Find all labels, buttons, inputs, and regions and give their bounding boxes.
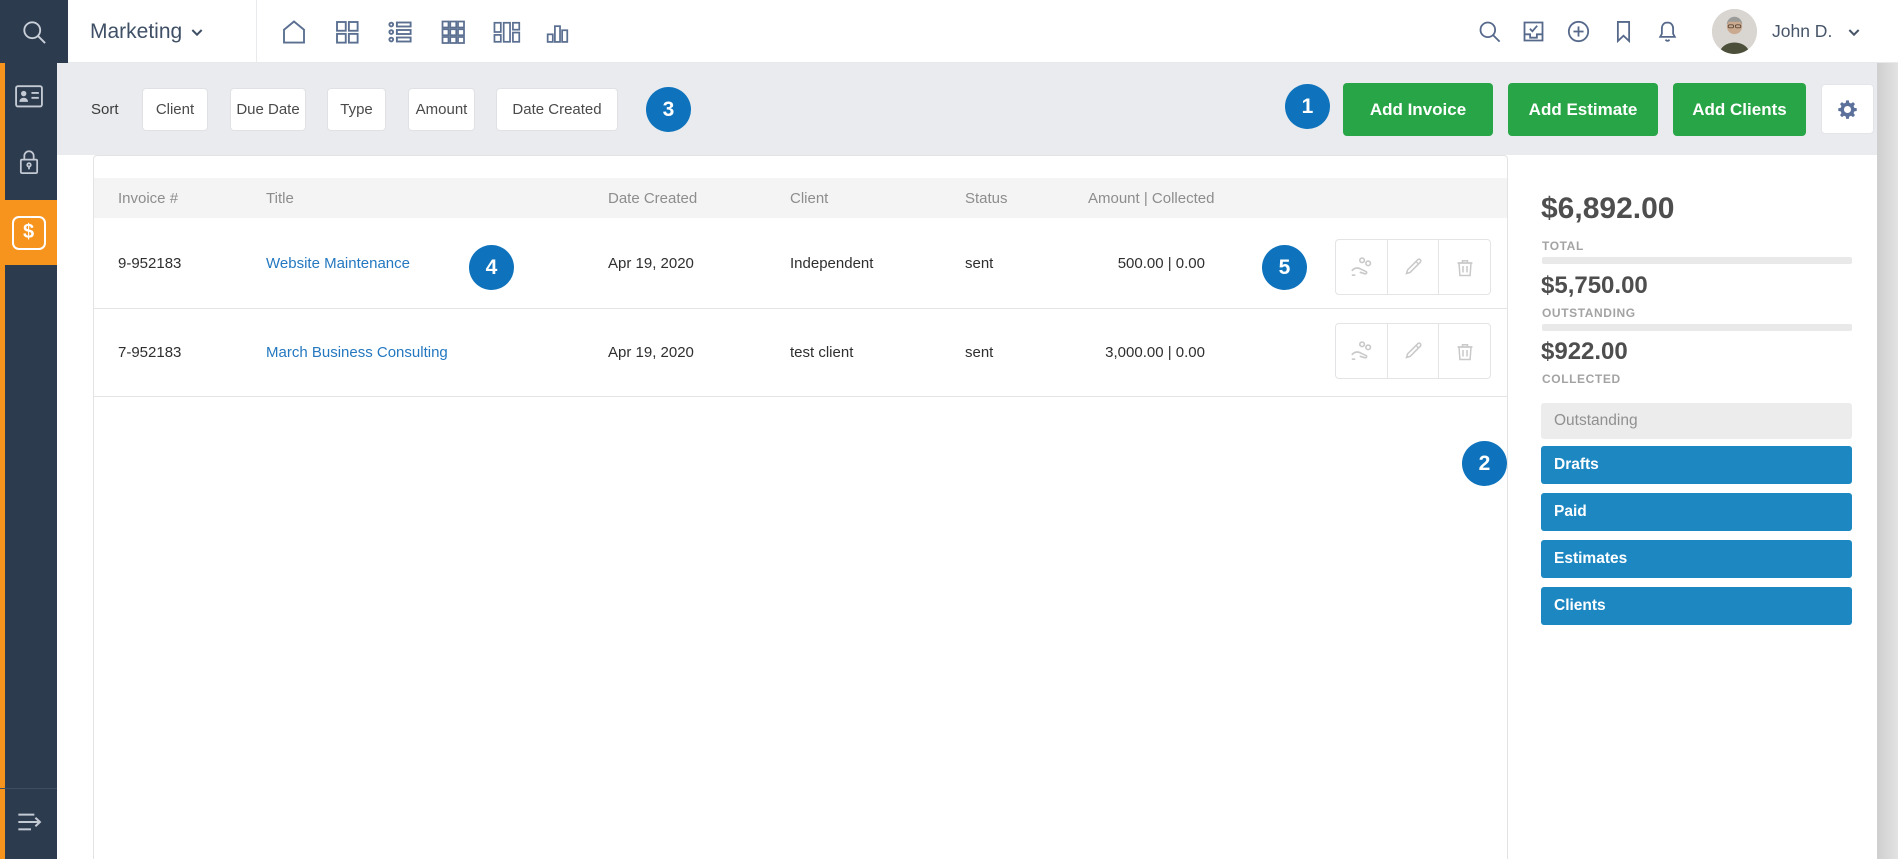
search-icon[interactable] <box>1476 18 1503 45</box>
total-amount: $6,892.00 <box>1541 192 1674 226</box>
collect-payment-icon <box>1348 338 1374 364</box>
column-header-amount-collected: Amount | Collected <box>1088 178 1214 218</box>
outstanding-label: OUTSTANDING <box>1542 306 1636 320</box>
sidebar-search-button[interactable] <box>0 0 68 63</box>
invoice-title-text[interactable]: March Business Consulting <box>266 344 448 361</box>
filter-outstanding-button[interactable]: Outstanding <box>1541 403 1852 439</box>
invoice-title-link[interactable]: Website Maintenance <box>266 218 410 308</box>
outstanding-amount: $5,750.00 <box>1541 272 1648 300</box>
invoice-title-text[interactable]: Website Maintenance <box>266 255 410 272</box>
invoice-client: Independent <box>790 218 873 308</box>
row-actions <box>1335 323 1491 379</box>
filter-estimates-button[interactable]: Estimates <box>1541 540 1852 578</box>
edit-button[interactable] <box>1387 240 1439 294</box>
invoice-number: 7-952183 <box>118 309 181 396</box>
sort-by-date-created-button[interactable]: Date Created <box>496 88 618 131</box>
collect-payment-button[interactable] <box>1336 240 1387 294</box>
invoice-status: sent <box>965 218 993 308</box>
home-icon[interactable] <box>278 16 309 47</box>
sidebar-item-billing-active[interactable]: $ <box>0 200 57 265</box>
delete-trash-icon <box>1453 339 1477 363</box>
filter-clients-button[interactable]: Clients <box>1541 587 1852 625</box>
column-header-status: Status <box>965 178 1008 218</box>
delete-button[interactable] <box>1438 324 1490 378</box>
sidebar-item-contacts[interactable] <box>12 79 46 113</box>
collected-amount: $922.00 <box>1541 338 1628 366</box>
total-label: TOTAL <box>1542 239 1584 253</box>
user-name[interactable]: John D. <box>1772 0 1832 63</box>
dashboard-grid-icon[interactable] <box>331 16 362 47</box>
delete-trash-icon <box>1453 255 1477 279</box>
dollar-icon: $ <box>12 216 46 250</box>
add-clients-button[interactable]: Add Clients <box>1673 83 1806 136</box>
annotation-badge-5: 5 <box>1262 245 1307 290</box>
collect-payment-icon <box>1348 254 1374 280</box>
topbar-divider <box>256 0 257 63</box>
chevron-down-icon <box>189 24 205 40</box>
bookmark-icon[interactable] <box>1610 18 1637 45</box>
user-avatar[interactable] <box>1712 9 1757 54</box>
row-divider <box>94 396 1507 397</box>
add-estimate-button[interactable]: Add Estimate <box>1508 83 1658 136</box>
invoice-amount: 3,000.00 | 0.00 <box>1040 309 1205 396</box>
user-name-label: John D. <box>1772 21 1832 42</box>
collected-label: COLLECTED <box>1542 372 1621 386</box>
workspace-selector[interactable]: Marketing <box>90 0 205 63</box>
add-circle-icon[interactable] <box>1565 18 1592 45</box>
filter-paid-button[interactable]: Paid <box>1541 493 1852 531</box>
invoice-date: Apr 19, 2020 <box>608 218 694 308</box>
collect-payment-button[interactable] <box>1336 324 1387 378</box>
lock-icon <box>15 146 43 178</box>
edit-pencil-icon <box>1401 339 1425 363</box>
sort-by-due-date-button[interactable]: Due Date <box>230 88 306 131</box>
summary-divider-bar <box>1542 324 1852 331</box>
delete-button[interactable] <box>1438 240 1490 294</box>
annotation-badge-2: 2 <box>1462 441 1507 486</box>
invoice-client: test client <box>790 309 853 396</box>
list-view-icon[interactable] <box>384 16 415 47</box>
masonry-view-icon[interactable] <box>490 16 521 47</box>
filter-drafts-button[interactable]: Drafts <box>1541 446 1852 484</box>
column-header-invoice: Invoice # <box>118 178 178 218</box>
sidebar-accent-stripe <box>0 63 5 859</box>
bar-chart-icon[interactable] <box>541 16 572 47</box>
edit-pencil-icon <box>1401 255 1425 279</box>
sidebar-collapse-button[interactable] <box>12 805 46 839</box>
edit-button[interactable] <box>1387 324 1439 378</box>
summary-divider-bar <box>1542 257 1852 264</box>
sort-by-client-button[interactable]: Client <box>142 88 208 131</box>
column-header-client: Client <box>790 178 828 218</box>
gear-icon <box>1836 98 1859 121</box>
workspace-label: Marketing <box>90 20 182 44</box>
annotation-badge-1: 1 <box>1285 84 1330 129</box>
notifications-bell-icon[interactable] <box>1654 18 1681 45</box>
column-header-title: Title <box>266 178 294 218</box>
invoice-date: Apr 19, 2020 <box>608 309 694 396</box>
user-chevron-down-icon[interactable] <box>1846 24 1862 40</box>
scrollbar-track[interactable] <box>1877 63 1898 859</box>
add-invoice-button[interactable]: Add Invoice <box>1343 83 1493 136</box>
invoice-status: sent <box>965 309 993 396</box>
contacts-card-icon <box>13 80 45 112</box>
annotation-badge-4: 4 <box>469 245 514 290</box>
sidebar <box>0 63 57 859</box>
annotation-badge-3: 3 <box>646 87 691 132</box>
sidebar-item-security[interactable] <box>15 146 43 178</box>
invoice-number: 9-952183 <box>118 218 181 308</box>
tasks-check-icon[interactable] <box>1520 18 1547 45</box>
invoice-app: Marketing <box>0 0 1898 859</box>
sort-by-type-button[interactable]: Type <box>327 88 386 131</box>
sort-by-amount-button[interactable]: Amount <box>408 88 475 131</box>
column-header-date-created: Date Created <box>608 178 697 218</box>
settings-button[interactable] <box>1821 84 1874 134</box>
invoice-title-link[interactable]: March Business Consulting <box>266 309 448 396</box>
grid-3x3-icon[interactable] <box>437 16 468 47</box>
sidebar-divider <box>0 788 57 789</box>
sort-label: Sort <box>91 63 119 155</box>
invoice-amount: 500.00 | 0.00 <box>1040 218 1205 308</box>
row-actions <box>1335 239 1491 295</box>
collapse-arrow-icon <box>13 806 45 838</box>
search-icon <box>20 18 48 46</box>
